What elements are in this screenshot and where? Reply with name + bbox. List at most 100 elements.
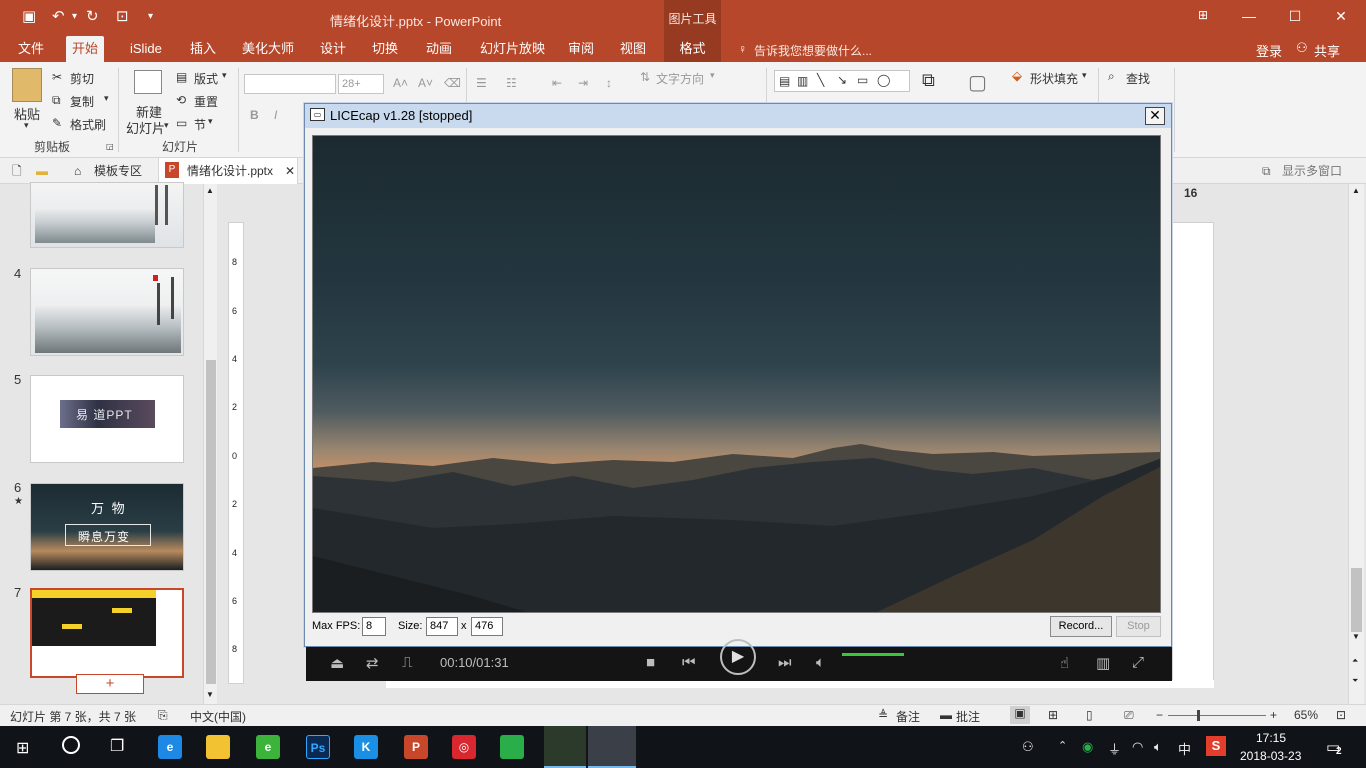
cut-button[interactable]: 剪切 <box>70 70 94 87</box>
windows-start-icon[interactable]: ⊞ <box>16 738 29 758</box>
zoom-out-icon[interactable]: − <box>1156 708 1163 722</box>
minimize-button[interactable]: — <box>1234 8 1264 24</box>
vertical-textbox-icon[interactable]: ▥ <box>797 74 808 88</box>
people-icon[interactable]: ⚇ <box>1022 739 1034 755</box>
tab-meihua[interactable]: 美化大师 <box>236 36 300 62</box>
slideshow-view-icon[interactable]: ⎚ <box>1124 708 1134 723</box>
textbox-icon[interactable]: ▤ <box>779 74 790 88</box>
font-name-box[interactable] <box>244 74 336 94</box>
clipboard-launcher-icon[interactable]: ◲ <box>106 142 114 151</box>
tell-me-box[interactable]: 告诉我您想要做什么... <box>754 42 872 59</box>
customize-qat-icon[interactable]: ▾ <box>148 8 153 26</box>
text-direction-dropdown-icon[interactable]: ▾ <box>710 70 715 81</box>
powerpoint-icon[interactable]: P <box>404 735 428 759</box>
tab-file[interactable]: 文件 <box>12 36 50 62</box>
copy-dropdown-icon[interactable]: ▾ <box>104 93 109 104</box>
new-slide-dropdown-icon[interactable]: ▾ <box>164 120 169 131</box>
increase-indent-icon[interactable]: ⇥ <box>578 76 588 90</box>
wechat-icon[interactable] <box>500 735 524 759</box>
edge-icon[interactable]: e <box>158 735 182 759</box>
scrollbar-thumb[interactable] <box>206 360 216 684</box>
tab-islide[interactable]: iSlide <box>124 36 168 62</box>
arrow-shape-icon[interactable]: ↘ <box>837 73 847 87</box>
section-dropdown-icon[interactable]: ▾ <box>208 116 213 127</box>
maximize-button[interactable]: ☐ <box>1280 8 1310 25</box>
find-button[interactable]: 查找 <box>1126 70 1150 87</box>
share-icon[interactable]: ⚇ <box>1296 40 1308 56</box>
zoom-slider-thumb[interactable] <box>1197 710 1200 721</box>
zoom-slider[interactable] <box>1168 715 1266 716</box>
layout-icon[interactable]: ▤ <box>176 70 187 84</box>
photoshop-icon[interactable]: Ps <box>306 735 330 759</box>
tab-home[interactable]: 开始 <box>66 36 105 62</box>
browser-360-icon[interactable]: e <box>256 735 280 759</box>
stop-button[interactable]: Stop <box>1116 616 1161 637</box>
cut-icon[interactable]: ✂ <box>52 70 62 84</box>
scrollbar-thumb[interactable] <box>1351 568 1362 632</box>
quick-styles-icon[interactable]: ▢ <box>968 70 987 95</box>
home-icon[interactable]: ⌂ <box>74 162 81 180</box>
close-document-tab-icon[interactable]: ✕ <box>285 162 295 180</box>
licecap-close-button[interactable]: ✕ <box>1145 107 1165 125</box>
previous-slide-icon[interactable]: ⏶ <box>1352 656 1358 666</box>
text-direction-button[interactable]: 文字方向 <box>656 70 704 87</box>
playlist-icon[interactable]: ▥ <box>1096 654 1110 672</box>
find-icon[interactable]: ⌕ <box>1108 69 1115 84</box>
shape-fill-icon[interactable]: ⬙ <box>1012 68 1022 84</box>
file-explorer-icon[interactable] <box>206 735 230 759</box>
volume-icon[interactable]: 🔈︎ <box>816 654 825 671</box>
licecap-title-bar[interactable]: ▭ LICEcap v1.28 [stopped] ✕ <box>305 104 1171 128</box>
clear-formatting-icon[interactable]: ⌫ <box>444 76 461 90</box>
scroll-down-icon[interactable]: ▼ <box>1352 632 1360 641</box>
capture-width-input[interactable]: 847 <box>426 617 458 636</box>
oval-shape-icon[interactable]: ◯ <box>877 73 890 87</box>
tab-review[interactable]: 审阅 <box>562 36 600 62</box>
comments-icon[interactable]: ▬ <box>940 708 952 722</box>
paste-dropdown-icon[interactable]: ▾ <box>24 120 29 131</box>
notes-button[interactable]: 备注 <box>896 708 920 725</box>
max-fps-input[interactable]: 8 <box>362 617 386 636</box>
scroll-down-icon[interactable]: ▼ <box>206 690 214 699</box>
new-slide-icon[interactable] <box>134 70 162 94</box>
font-size-box[interactable]: 28+ <box>338 74 384 94</box>
decrease-indent-icon[interactable]: ⇤ <box>552 76 562 90</box>
undo-icon[interactable]: ↶ <box>52 8 65 26</box>
paste-icon[interactable] <box>12 68 42 102</box>
spell-check-icon[interactable]: ⎘ <box>158 708 168 723</box>
capture-height-input[interactable]: 476 <box>471 617 503 636</box>
wechat-tray-icon[interactable]: ◉ <box>1082 739 1093 755</box>
zoom-in-icon[interactable]: + <box>1270 708 1277 722</box>
tab-slideshow[interactable]: 幻灯片放映 <box>474 36 551 62</box>
rectangle-shape-icon[interactable]: ▭ <box>857 73 868 87</box>
fit-to-window-icon[interactable]: ⊡ <box>1336 708 1346 722</box>
usb-icon[interactable]: ⏚ <box>1108 739 1121 758</box>
undo-dropdown-icon[interactable]: ▾ <box>72 8 77 26</box>
ime-indicator[interactable]: 中 <box>1178 739 1191 758</box>
zoom-level[interactable]: 65% <box>1294 708 1318 722</box>
redo-icon[interactable]: ↻ <box>86 8 99 26</box>
save-icon[interactable]: ▣ <box>22 8 36 26</box>
fullscreen-icon[interactable]: ⤢ <box>1132 654 1144 671</box>
comments-button[interactable]: 批注 <box>956 708 980 725</box>
slide-thumbnail[interactable]: 万 物 瞬息万变 <box>30 483 184 571</box>
normal-view-icon[interactable]: ▣ <box>1010 706 1030 724</box>
slide-sorter-icon[interactable]: ⊞ <box>1048 708 1058 722</box>
layout-dropdown-icon[interactable]: ▾ <box>222 70 227 81</box>
stop-media-icon[interactable]: ■ <box>646 654 655 671</box>
slide-thumbnail-selected[interactable] <box>30 588 184 678</box>
bullets-icon[interactable]: ☰ <box>476 76 487 90</box>
slide-canvas[interactable] <box>1172 222 1214 688</box>
slide-thumbnail[interactable] <box>30 182 184 248</box>
show-multi-window-button[interactable]: 显示多窗口 <box>1282 162 1342 180</box>
thumbnail-scrollbar[interactable]: ▲ ▼ <box>203 184 217 704</box>
eject-icon[interactable]: ⏏ <box>330 654 344 672</box>
reset-icon[interactable]: ⟲ <box>176 93 186 107</box>
tab-animations[interactable]: 动画 <box>420 36 458 62</box>
wifi-icon[interactable]: ◠ <box>1132 739 1143 755</box>
close-button[interactable]: ✕ <box>1326 8 1356 25</box>
cortana-icon[interactable] <box>62 736 80 754</box>
clock-date[interactable]: 2018-03-23 <box>1240 749 1301 763</box>
new-document-icon[interactable]: 🗋 <box>12 162 22 180</box>
start-from-beginning-icon[interactable]: ⊡ <box>116 8 129 26</box>
bold-button[interactable]: B <box>250 108 259 122</box>
